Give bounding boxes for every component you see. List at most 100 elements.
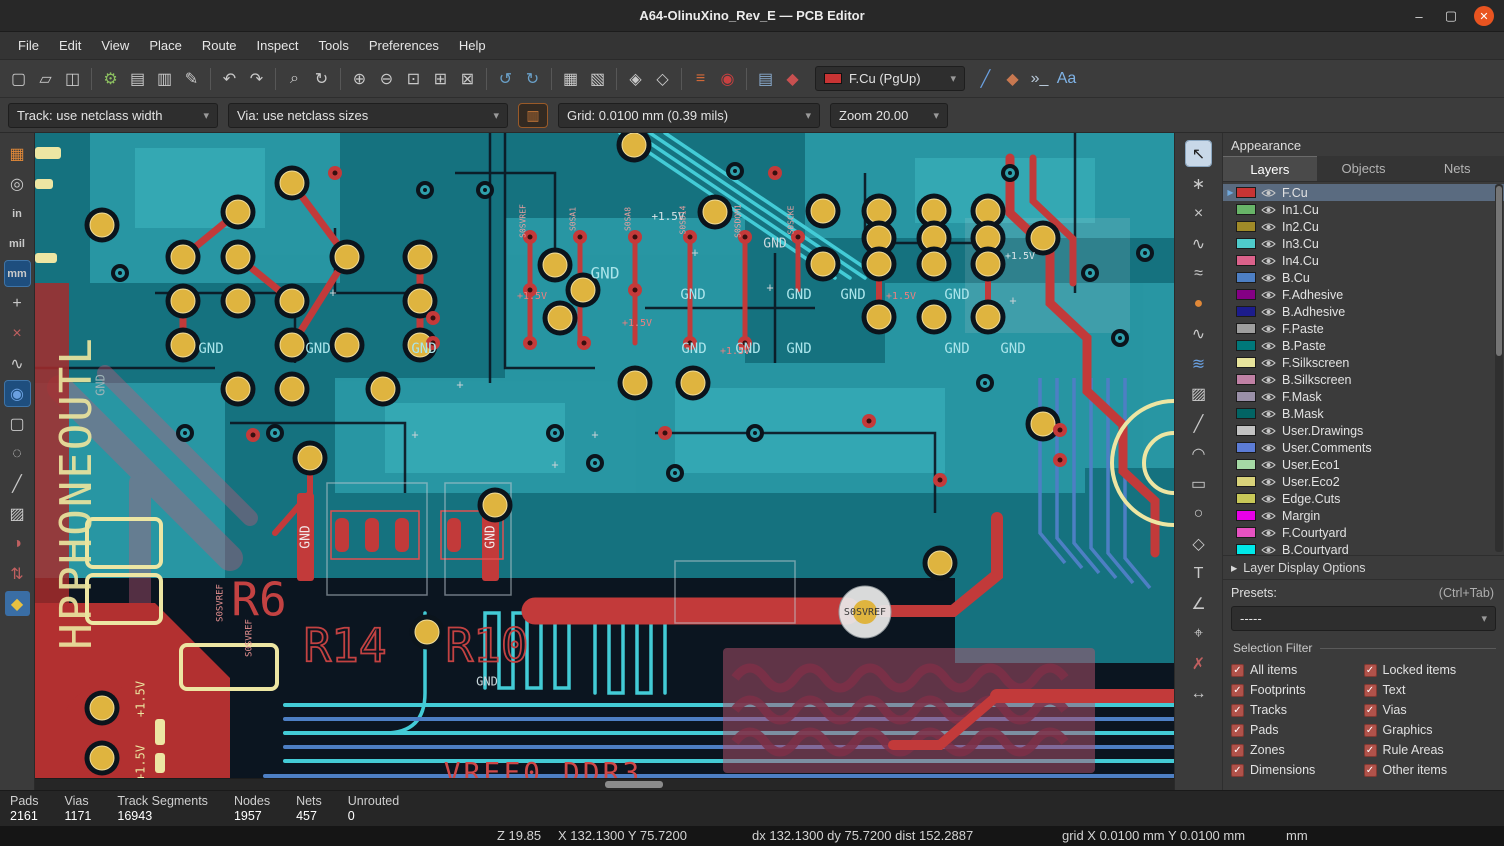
add-zone-icon[interactable]: ▨	[1186, 381, 1211, 406]
pad[interactable]	[1026, 407, 1061, 442]
via[interactable]	[933, 473, 947, 487]
add-text-icon[interactable]: T	[1186, 561, 1211, 586]
layer-color-swatch[interactable]	[1236, 357, 1256, 368]
pad[interactable]	[275, 166, 310, 201]
layer-row-b-paste[interactable]: B.Paste	[1223, 337, 1504, 354]
layer-row-f-courtyard[interactable]: F.Courtyard	[1223, 524, 1504, 541]
tune-length-icon[interactable]: ∿	[1186, 321, 1211, 346]
via[interactable]	[1136, 244, 1154, 262]
pad[interactable]	[676, 366, 711, 401]
via[interactable]	[266, 424, 284, 442]
checkbox[interactable]: ✓	[1364, 744, 1377, 757]
visibility-eye-icon[interactable]	[1261, 290, 1278, 300]
pad[interactable]	[917, 247, 952, 282]
new-board-icon[interactable]: ▢	[6, 66, 31, 91]
pad[interactable]	[971, 247, 1006, 282]
layer-row-in3-cu[interactable]: In3.Cu	[1223, 235, 1504, 252]
visibility-eye-icon[interactable]	[1261, 222, 1278, 232]
save-icon[interactable]: ◫	[60, 66, 85, 91]
via[interactable]	[666, 464, 684, 482]
pcb-canvas[interactable]: S0SVREF VREF0 DDR3R6R14R10HPPHONEOUTLGND…	[35, 133, 1174, 778]
filter-rule-areas[interactable]: ✓Rule Areas	[1364, 743, 1497, 757]
unlock-icon[interactable]: ◇	[650, 66, 675, 91]
local-ratsnest-icon[interactable]: ∗	[1186, 171, 1211, 196]
via[interactable]	[523, 336, 537, 350]
units-mils-icon[interactable]: mil	[5, 231, 30, 256]
board-setup-icon[interactable]: ⚙	[98, 66, 123, 91]
via[interactable]	[628, 230, 642, 244]
via[interactable]	[746, 424, 764, 442]
pad[interactable]	[403, 240, 438, 275]
via[interactable]	[546, 424, 564, 442]
visibility-eye-icon[interactable]	[1261, 426, 1278, 436]
zoom-out-icon[interactable]: ⊖	[374, 66, 399, 91]
pad[interactable]	[410, 615, 445, 650]
drc-icon[interactable]: ◆	[780, 66, 805, 91]
print-icon[interactable]: ▥	[152, 66, 177, 91]
text-variables-icon[interactable]: Aa	[1054, 66, 1079, 91]
canvas-h-scrollbar[interactable]	[35, 778, 1174, 790]
refresh-view-icon[interactable]: ↻	[309, 66, 334, 91]
menu-item-help[interactable]: Help	[449, 32, 496, 59]
via[interactable]	[426, 311, 440, 325]
pad[interactable]	[618, 366, 653, 401]
undo-icon[interactable]: ↶	[217, 66, 242, 91]
visibility-eye-icon[interactable]	[1261, 494, 1278, 504]
visibility-eye-icon[interactable]	[1261, 273, 1278, 283]
layer-color-swatch[interactable]	[1236, 408, 1256, 419]
via[interactable]	[1053, 423, 1067, 437]
layer-row-f-mask[interactable]: F.Mask	[1223, 388, 1504, 405]
layer-row-f-silkscreen[interactable]: F.Silkscreen	[1223, 354, 1504, 371]
checkbox[interactable]: ✓	[1364, 684, 1377, 697]
via[interactable]	[628, 283, 642, 297]
filter-text[interactable]: ✓Text	[1364, 683, 1497, 697]
tab-nets[interactable]: Nets	[1410, 156, 1504, 181]
layer-color-swatch[interactable]	[1236, 459, 1256, 470]
visibility-eye-icon[interactable]	[1261, 358, 1278, 368]
layer-display-options[interactable]: ▸ Layer Display Options	[1223, 555, 1504, 580]
checkbox[interactable]: ✓	[1364, 664, 1377, 677]
layer-color-swatch[interactable]	[1236, 374, 1256, 385]
layer-color-swatch[interactable]	[1236, 289, 1256, 300]
zoom-in-icon[interactable]: ⊕	[347, 66, 372, 91]
add-arc-icon[interactable]: ◠	[1186, 441, 1211, 466]
pad[interactable]	[478, 488, 513, 523]
predefined-sizes-button[interactable]: ▥	[518, 103, 548, 128]
pad[interactable]	[293, 441, 328, 476]
layer-color-swatch[interactable]	[1236, 544, 1256, 555]
via[interactable]	[328, 166, 342, 180]
layer-row-f-adhesive[interactable]: F.Adhesive	[1223, 286, 1504, 303]
checkbox[interactable]: ✓	[1231, 724, 1244, 737]
pad[interactable]	[538, 248, 573, 283]
layer-row-b-mask[interactable]: B.Mask	[1223, 405, 1504, 422]
redo-icon[interactable]: ↷	[244, 66, 269, 91]
net-highlight-icon[interactable]: ◉	[5, 381, 30, 406]
highlight-net-icon[interactable]: ╱	[973, 66, 998, 91]
via[interactable]	[1111, 329, 1129, 347]
layer-color-swatch[interactable]	[1236, 442, 1256, 453]
visibility-eye-icon[interactable]	[1261, 511, 1278, 521]
checkbox[interactable]: ✓	[1231, 744, 1244, 757]
via[interactable]	[577, 336, 591, 350]
pad[interactable]	[166, 284, 201, 319]
filter-tracks[interactable]: ✓Tracks	[1231, 703, 1364, 717]
plot-icon[interactable]: ✎	[179, 66, 204, 91]
pad[interactable]	[806, 194, 841, 229]
add-rect-icon[interactable]: ▭	[1186, 471, 1211, 496]
minimize-button[interactable]: –	[1410, 7, 1428, 25]
pad[interactable]	[330, 328, 365, 363]
layer-color-swatch[interactable]	[1236, 238, 1256, 249]
layer-row-user-eco1[interactable]: User.Eco1	[1223, 456, 1504, 473]
visibility-eye-icon[interactable]	[1261, 239, 1278, 249]
add-polygon-icon[interactable]: ◇	[1186, 531, 1211, 556]
layer-row-b-courtyard[interactable]: B.Courtyard	[1223, 541, 1504, 555]
pad[interactable]	[971, 300, 1006, 335]
filter-pads[interactable]: ✓Pads	[1231, 723, 1364, 737]
layers-scrollbar[interactable]	[1495, 184, 1503, 552]
route-diff-pair-icon[interactable]: ≈	[1186, 261, 1211, 286]
checkbox[interactable]: ✓	[1231, 764, 1244, 777]
add-line-icon[interactable]: ╱	[1186, 411, 1211, 436]
layer-row-b-silkscreen[interactable]: B.Silkscreen	[1223, 371, 1504, 388]
place-via-icon[interactable]: ●	[1186, 291, 1211, 316]
pad[interactable]	[221, 372, 256, 407]
